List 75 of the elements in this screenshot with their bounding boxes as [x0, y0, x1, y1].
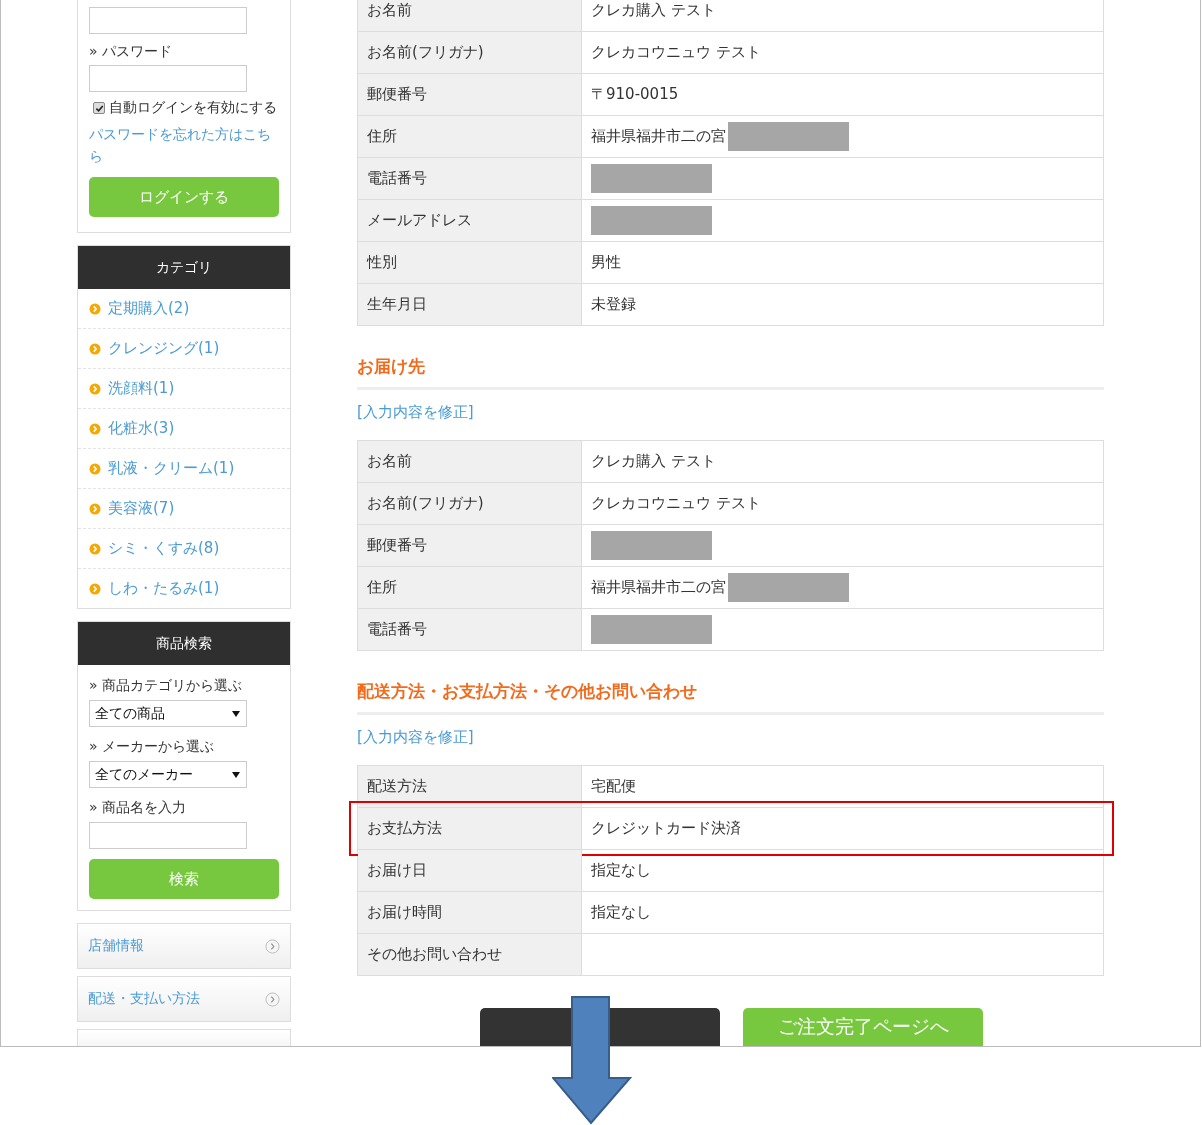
chevron-bullet-icon: [89, 422, 101, 435]
dropdown-arrow-icon: [232, 710, 240, 717]
down-arrow-icon: [552, 996, 632, 1125]
sidebar-link[interactable]: 店舗情報: [77, 923, 291, 969]
field-label: » メーカーから選ぶ: [89, 738, 215, 756]
category-header: カテゴリ: [78, 246, 290, 289]
category-link[interactable]: クレンジング(1): [108, 339, 220, 358]
category-link[interactable]: 洗顔料(1): [108, 379, 175, 398]
chevron-bullet-icon: [89, 342, 101, 355]
password-field[interactable]: [89, 65, 247, 92]
action-button[interactable]: ご注文完了ページへ: [743, 1008, 983, 1046]
table-label-cell: 性別: [358, 242, 582, 283]
chevron-bullet-icon: [89, 382, 101, 395]
category-link[interactable]: 定期購入(2): [108, 299, 190, 318]
chevron-bullet-icon: [89, 542, 101, 555]
table-label-cell: お名前: [358, 441, 582, 482]
dropdown[interactable]: 全てのメーカー: [89, 761, 247, 788]
cell-value: 福井県福井市二の宮: [591, 127, 726, 146]
field-label: » 商品カテゴリから選ぶ: [89, 677, 243, 695]
cell-value: クレカ購入 テスト: [591, 452, 716, 471]
password-label: » パスワード: [89, 43, 173, 61]
chevron-bullet-icon: [89, 502, 101, 515]
login-button[interactable]: ログインする: [89, 177, 279, 217]
category-link[interactable]: 乳液・クリーム(1): [108, 459, 235, 478]
table-label-cell: お届け時間: [358, 892, 582, 933]
chevron-circle-icon: [265, 991, 280, 1007]
category-link[interactable]: 美容液(7): [108, 499, 175, 518]
dropdown-arrow-icon: [232, 771, 240, 778]
table-label-cell: 生年月日: [358, 284, 582, 325]
table-label-cell: 配送方法: [358, 766, 582, 807]
cell-value: 〒910-0015: [591, 85, 679, 104]
chevron-bullet-icon: [89, 582, 101, 595]
table-label-cell: メールアドレス: [358, 200, 582, 241]
edit-link[interactable]: [入力内容を修正]: [357, 728, 1104, 747]
section-heading: 配送方法・お支払方法・その他お問い合わせ: [357, 680, 1104, 715]
table-label-cell: その他お問い合わせ: [358, 934, 582, 975]
table-label-cell: 電話番号: [358, 158, 582, 199]
table-label-cell: 郵便番号: [358, 525, 582, 566]
table-label-cell: 電話番号: [358, 609, 582, 650]
chevron-bullet-icon: [89, 462, 101, 475]
cell-value: クレジットカード決済: [591, 819, 741, 838]
table-label-cell: 住所: [358, 567, 582, 608]
sidebar-link[interactable]: 配送・支払い方法: [77, 976, 291, 1022]
category-link[interactable]: 化粧水(3): [108, 419, 175, 438]
category-link[interactable]: しわ・たるみ(1): [108, 579, 220, 598]
chevron-bullet-icon: [89, 302, 101, 315]
table-label-cell: お届け日: [358, 850, 582, 891]
search-button[interactable]: 検索: [89, 859, 279, 899]
table-label-cell: お支払方法: [358, 808, 582, 849]
login-id-field[interactable]: [89, 7, 247, 34]
chevron-circle-icon: [265, 938, 280, 954]
table-label-cell: 郵便番号: [358, 74, 582, 115]
auto-login-label: 自動ログインを有効にする: [109, 99, 277, 117]
section-heading: お届け先: [357, 355, 1104, 390]
table-label-cell: 住所: [358, 116, 582, 157]
product-name-field[interactable]: [89, 822, 247, 849]
field-label: » 商品名を入力: [89, 799, 187, 817]
cell-value: クレカコウニュウ テスト: [591, 494, 761, 513]
cell-value: 男性: [591, 253, 621, 272]
cell-value: 未登録: [591, 295, 636, 314]
auto-login-checkbox[interactable]: [93, 102, 105, 114]
table-label-cell: お名前(フリガナ): [358, 483, 582, 524]
cell-value: クレカコウニュウ テスト: [591, 43, 761, 62]
forgot-password-link[interactable]: パスワードを忘れた方はこちら: [89, 123, 279, 167]
edit-link[interactable]: [入力内容を修正]: [357, 403, 1104, 422]
cell-value: 指定なし: [591, 903, 651, 922]
category-link[interactable]: シミ・くすみ(8): [108, 539, 220, 558]
cell-value: クレカ購入 テスト: [591, 1, 716, 20]
cell-value: 宅配便: [591, 777, 636, 796]
cell-value: 指定なし: [591, 861, 651, 880]
table-label-cell: お名前: [358, 0, 582, 31]
cell-value: 福井県福井市二の宮: [591, 578, 726, 597]
dropdown[interactable]: 全ての商品: [89, 700, 247, 727]
product-search-header: 商品検索: [78, 622, 290, 665]
table-label-cell: お名前(フリガナ): [358, 32, 582, 73]
